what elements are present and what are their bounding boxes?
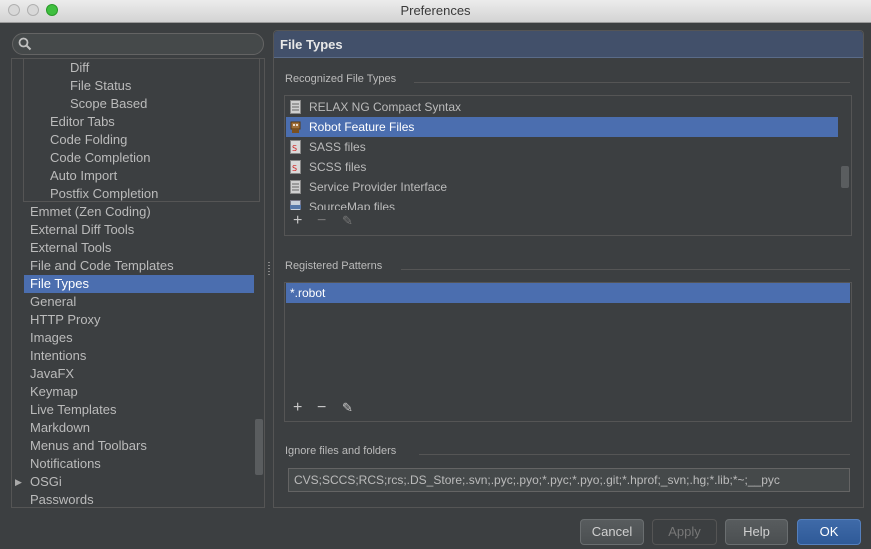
text-file-icon [290, 100, 301, 114]
edit-pattern-button[interactable]: ✎ [342, 399, 353, 417]
tree-item-external-tools[interactable]: External Tools [30, 239, 111, 257]
tree-item-keymap[interactable]: Keymap [30, 383, 78, 401]
ignore-files-input[interactable]: CVS;SCCS;RCS;rcs;.DS_Store;.svn;.pyc;.py… [288, 468, 850, 492]
tree-scrollbar-thumb[interactable] [255, 419, 263, 475]
apply-button[interactable]: Apply [652, 519, 717, 545]
ok-button[interactable]: OK [797, 519, 861, 545]
registered-patterns-label: Registered Patterns [285, 260, 383, 272]
tree-item-file-types[interactable]: File Types [24, 275, 254, 293]
list-item-label: RELAX NG Compact Syntax [309, 100, 462, 114]
svg-text:S: S [292, 144, 297, 153]
recognized-file-types-label: Recognized File Types [285, 73, 397, 85]
section-divider [414, 82, 850, 83]
robot-icon [290, 121, 301, 133]
search-icon [18, 37, 32, 51]
remove-file-type-button[interactable]: − [317, 212, 326, 230]
list-item-label: SCSS files [309, 160, 367, 174]
tree-item-auto-import[interactable]: Auto Import [50, 167, 117, 185]
section-divider [401, 269, 850, 270]
list-item[interactable]: Service Provider Interface [286, 177, 838, 197]
tree-item-code-completion[interactable]: Code Completion [50, 149, 150, 167]
add-pattern-button[interactable]: + [293, 399, 302, 417]
section-divider [419, 454, 850, 455]
pattern-item-selected[interactable]: *.robot [286, 283, 850, 303]
sass-file-icon: S [290, 140, 301, 154]
tree-item-editor-tabs[interactable]: Editor Tabs [50, 113, 115, 131]
tree-item-external-diff-tools[interactable]: External Diff Tools [30, 221, 134, 239]
tree-item-intentions[interactable]: Intentions [30, 347, 86, 365]
list-item-label: SASS files [309, 140, 366, 154]
settings-panel: File Types Recognized File Types RELAX N… [273, 30, 864, 508]
list-scrollbar-thumb[interactable] [841, 166, 849, 188]
expand-arrow-icon[interactable]: ▶ [15, 477, 22, 488]
tree-item-file-and-code-templates[interactable]: File and Code Templates [30, 257, 174, 275]
remove-pattern-button[interactable]: − [317, 399, 326, 417]
list-item[interactable]: S SCSS files [286, 157, 838, 177]
file-types-toolbar: + − ✎ [286, 210, 846, 235]
list-item[interactable]: RELAX NG Compact Syntax [286, 97, 838, 117]
text-file-icon [290, 180, 301, 194]
tree-item-passwords[interactable]: Passwords [30, 491, 94, 507]
scss-file-icon: S [290, 160, 301, 174]
help-button[interactable]: Help [725, 519, 788, 545]
tree-item-diff[interactable]: Diff [70, 59, 89, 77]
list-item-label: Service Provider Interface [309, 180, 448, 194]
add-file-type-button[interactable]: + [293, 212, 302, 230]
tree-item-scope-based[interactable]: Scope Based [70, 95, 147, 113]
svg-text:S: S [292, 164, 297, 173]
ignore-files-label: Ignore files and folders [285, 445, 397, 457]
tree-item-code-folding[interactable]: Code Folding [50, 131, 127, 149]
window-title: Preferences [400, 3, 471, 18]
tree-item-javafx[interactable]: JavaFX [30, 365, 74, 383]
patterns-toolbar: + − ✎ [286, 397, 846, 421]
tree-item-emmet[interactable]: Emmet (Zen Coding) [30, 203, 151, 221]
tree-item-file-status[interactable]: File Status [70, 77, 131, 95]
list-item-selected[interactable]: Robot Feature Files [286, 117, 838, 137]
tree-item-menus-and-toolbars[interactable]: Menus and Toolbars [30, 437, 147, 455]
tree-item-markdown[interactable]: Markdown [30, 419, 90, 437]
splitter-handle[interactable] [268, 262, 270, 276]
tree-item-osgi[interactable]: OSGi [30, 473, 62, 491]
tree-item-notifications[interactable]: Notifications [30, 455, 101, 473]
recognized-file-types-list[interactable]: RELAX NG Compact Syntax Robot Feature Fi… [284, 95, 852, 236]
tree-item-postfix-completion[interactable]: Postfix Completion [50, 185, 158, 203]
cancel-button[interactable]: Cancel [580, 519, 644, 545]
tree-item-http-proxy[interactable]: HTTP Proxy [30, 311, 101, 329]
list-item[interactable]: S SASS files [286, 137, 838, 157]
edit-file-type-button[interactable]: ✎ [342, 212, 353, 230]
panel-title: File Types [274, 31, 863, 58]
tree-item-general[interactable]: General [30, 293, 76, 311]
tree-item-images[interactable]: Images [30, 329, 73, 347]
tree-item-live-templates[interactable]: Live Templates [30, 401, 116, 419]
registered-patterns-list[interactable]: *.robot + − ✎ [284, 282, 852, 422]
list-item-label: Robot Feature Files [309, 120, 415, 134]
settings-tree[interactable]: Diff File Status Scope Based Editor Tabs… [11, 58, 265, 508]
settings-search-input[interactable] [12, 33, 264, 55]
title-bar: Preferences [0, 0, 871, 23]
